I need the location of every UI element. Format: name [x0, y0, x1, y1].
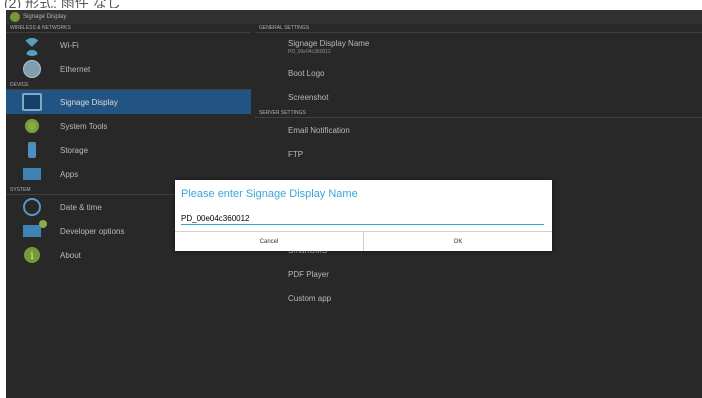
signage-name-input[interactable]	[181, 212, 544, 225]
ok-button[interactable]: OK	[363, 232, 552, 251]
settings-screen: Signage Display WIRELESS & NETWORKS Wi-F…	[6, 10, 702, 398]
page-caption: (2) 形式: 雨件 なし	[4, 0, 121, 8]
name-dialog: Please enter Signage Display Name Cancel…	[175, 180, 552, 251]
dialog-title: Please enter Signage Display Name	[181, 188, 358, 200]
dialog-buttons: Cancel OK	[175, 231, 552, 251]
cancel-button[interactable]: Cancel	[175, 232, 363, 251]
